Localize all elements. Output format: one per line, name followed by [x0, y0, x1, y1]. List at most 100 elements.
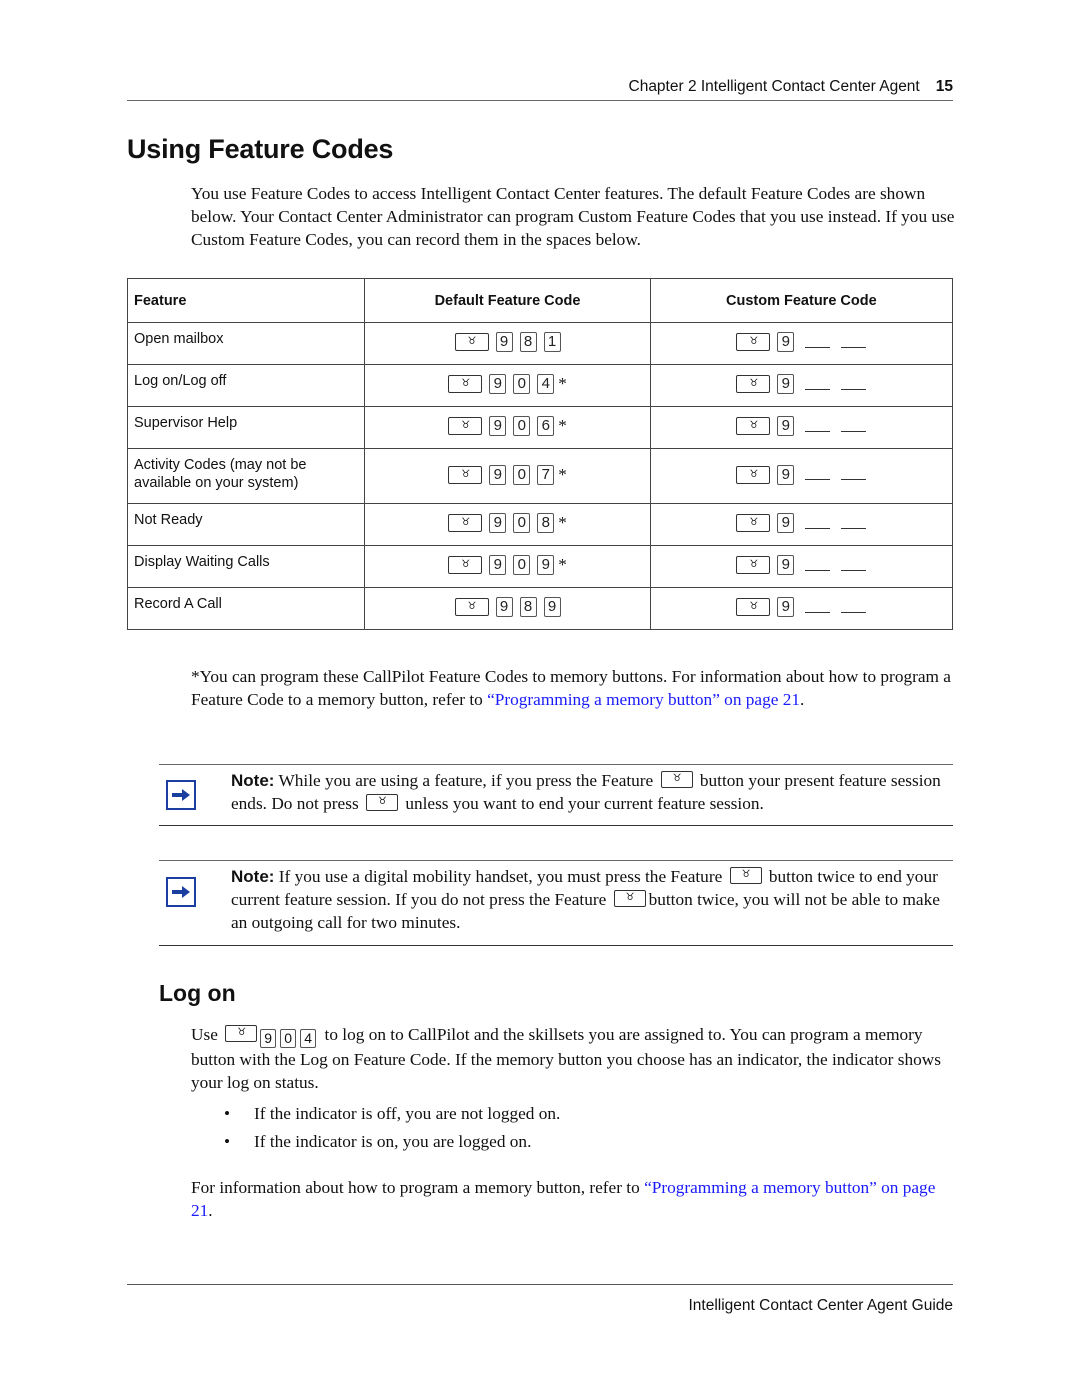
footnote-end: .	[800, 690, 805, 710]
default-feature-code: ♉ 9 0 8 *	[364, 503, 651, 546]
custom-digit-blank[interactable]	[841, 421, 867, 432]
memory-button-asterisk: *	[558, 416, 567, 435]
custom-digit-blank[interactable]	[805, 421, 831, 432]
custom-digit-blank[interactable]	[841, 469, 867, 480]
custom-digit-blank[interactable]	[805, 469, 831, 480]
feature-key-icon: ♉	[454, 333, 489, 351]
custom-digit-blank[interactable]	[841, 560, 867, 571]
memory-button-asterisk: *	[558, 555, 567, 574]
arrow-right-icon	[166, 877, 196, 907]
custom-feature-code: ♉ 9	[649, 322, 954, 365]
column-header-custom-code: Custom Feature Code	[649, 278, 954, 323]
feature-key-glyph: ♉	[461, 517, 471, 528]
more-info-end: .	[208, 1201, 213, 1221]
feature-name: Record A Call	[126, 587, 366, 630]
list-item: • If the indicator is off, you are not lo…	[191, 1102, 956, 1130]
feature-name: Display Waiting Calls	[126, 545, 366, 588]
programming-memory-button-link[interactable]: “Programming a memory button” on page 21	[487, 690, 800, 709]
feature-key-icon: ♉	[736, 333, 771, 351]
default-feature-code: ♉ 9 0 7 *	[364, 448, 651, 504]
bullet: •	[224, 1132, 231, 1151]
custom-digit-blank[interactable]	[805, 518, 831, 529]
feature-key-icon: ♉	[225, 1025, 258, 1042]
digit-key: 9	[777, 555, 795, 575]
digit-key: 0	[513, 513, 531, 533]
memory-button-asterisk: *	[558, 374, 567, 393]
feature-key-glyph: ♉	[749, 378, 759, 389]
column-header-feature: Feature	[126, 278, 366, 323]
custom-digit-blank[interactable]	[841, 518, 867, 529]
feature-key-icon: ♉	[736, 465, 771, 484]
digit-key: 4	[300, 1029, 317, 1048]
default-feature-code: ♉ 9 0 6 *	[364, 406, 651, 449]
digit-key: 6	[537, 416, 555, 436]
digit-key: 9	[489, 374, 507, 394]
digit-key: 9	[543, 597, 561, 617]
digit-key: 8	[519, 597, 537, 617]
table-row: Display Waiting Calls ♉ 9 0 9 * ♉ 9	[126, 545, 954, 588]
note-text-part: unless you want to end your current feat…	[401, 794, 764, 814]
chapter-title: Chapter 2 Intelligent Contact Center Age…	[628, 78, 920, 95]
footnote: *You can program these CallPilot Feature…	[191, 665, 956, 711]
feature-key-glyph: ♉	[749, 601, 759, 612]
bullet: •	[224, 1104, 231, 1123]
table-row: Activity Codes (may not be available on …	[126, 448, 954, 504]
digit-key: 9	[489, 555, 507, 575]
custom-digit-blank[interactable]	[805, 337, 831, 348]
custom-feature-code: ♉ 9	[649, 503, 954, 546]
footer-title: Intelligent Contact Center Agent Guide	[688, 1297, 953, 1314]
table-row: Not Ready ♉ 9 0 8 * ♉ 9	[126, 503, 954, 546]
feature-key-icon: ♉	[736, 556, 771, 574]
feature-key-icon: ♉	[736, 598, 771, 616]
digit-key: 0	[513, 555, 531, 575]
note-text-part: While you are using a feature, if you pr…	[274, 771, 658, 790]
indicator-list: • If the indicator is off, you are not lo…	[191, 1102, 956, 1158]
digit-key: 9	[777, 332, 795, 352]
note-label: Note:	[231, 771, 275, 790]
memory-button-asterisk: *	[558, 513, 567, 532]
digit-key: 0	[513, 464, 531, 485]
custom-feature-code: ♉ 9	[649, 364, 954, 407]
custom-digit-blank[interactable]	[841, 602, 867, 613]
memory-button-asterisk: *	[558, 464, 567, 484]
feature-key-glyph: ♉	[461, 420, 471, 431]
section-title: Using Feature Codes	[127, 134, 394, 164]
feature-key-glyph: ♉	[237, 1027, 247, 1038]
digit-key: 0	[513, 374, 531, 394]
digit-key: 1	[543, 332, 561, 352]
more-info-paragraph: For information about how to program a m…	[191, 1176, 956, 1222]
digit-key: 9	[537, 555, 555, 575]
digit-key: 9	[777, 416, 795, 436]
note-text: Note: While you are using a feature, if …	[231, 769, 953, 815]
feature-key-icon: ♉	[660, 771, 693, 788]
feature-key-icon: ♉	[448, 465, 483, 484]
feature-key-icon: ♉	[613, 890, 646, 908]
running-header: Chapter 2 Intelligent Contact Center Age…	[127, 78, 954, 100]
default-feature-code: ♉ 9 8 1	[364, 322, 651, 365]
custom-digit-blank[interactable]	[841, 379, 867, 390]
digit-key: 9	[495, 332, 513, 352]
list-item: • If the indicator is on, you are logged …	[191, 1130, 956, 1158]
feature-key-icon: ♉	[448, 514, 483, 532]
feature-name: Activity Codes (may not be available on …	[126, 448, 366, 504]
feature-name: Not Ready	[126, 503, 366, 546]
feature-key-glyph: ♉	[741, 869, 751, 880]
custom-digit-blank[interactable]	[841, 337, 867, 348]
log-on-paragraph: Use ♉ 9 0 4 to log on to CallPilot and the …	[191, 1023, 956, 1094]
table-row: Supervisor Help ♉ 9 0 6 * ♉ 9	[126, 406, 954, 449]
note-text-part: If you use a digital mobility handset, y…	[274, 867, 727, 886]
feature-key-glyph: ♉	[461, 378, 471, 389]
custom-digit-blank[interactable]	[805, 602, 831, 613]
custom-digit-blank[interactable]	[805, 379, 831, 390]
digit-key: 9	[260, 1029, 277, 1048]
feature-key-glyph: ♉	[467, 601, 477, 612]
use-word: Use	[191, 1025, 223, 1044]
default-feature-code: ♉ 9 8 9	[364, 587, 651, 630]
digit-key: 7	[537, 464, 555, 485]
feature-key-icon: ♉	[448, 556, 483, 574]
digit-key: 9	[777, 374, 795, 394]
custom-digit-blank[interactable]	[805, 560, 831, 571]
feature-key-glyph: ♉	[749, 517, 759, 528]
feature-key-glyph: ♉	[672, 773, 682, 784]
digit-key: 9	[489, 416, 507, 436]
